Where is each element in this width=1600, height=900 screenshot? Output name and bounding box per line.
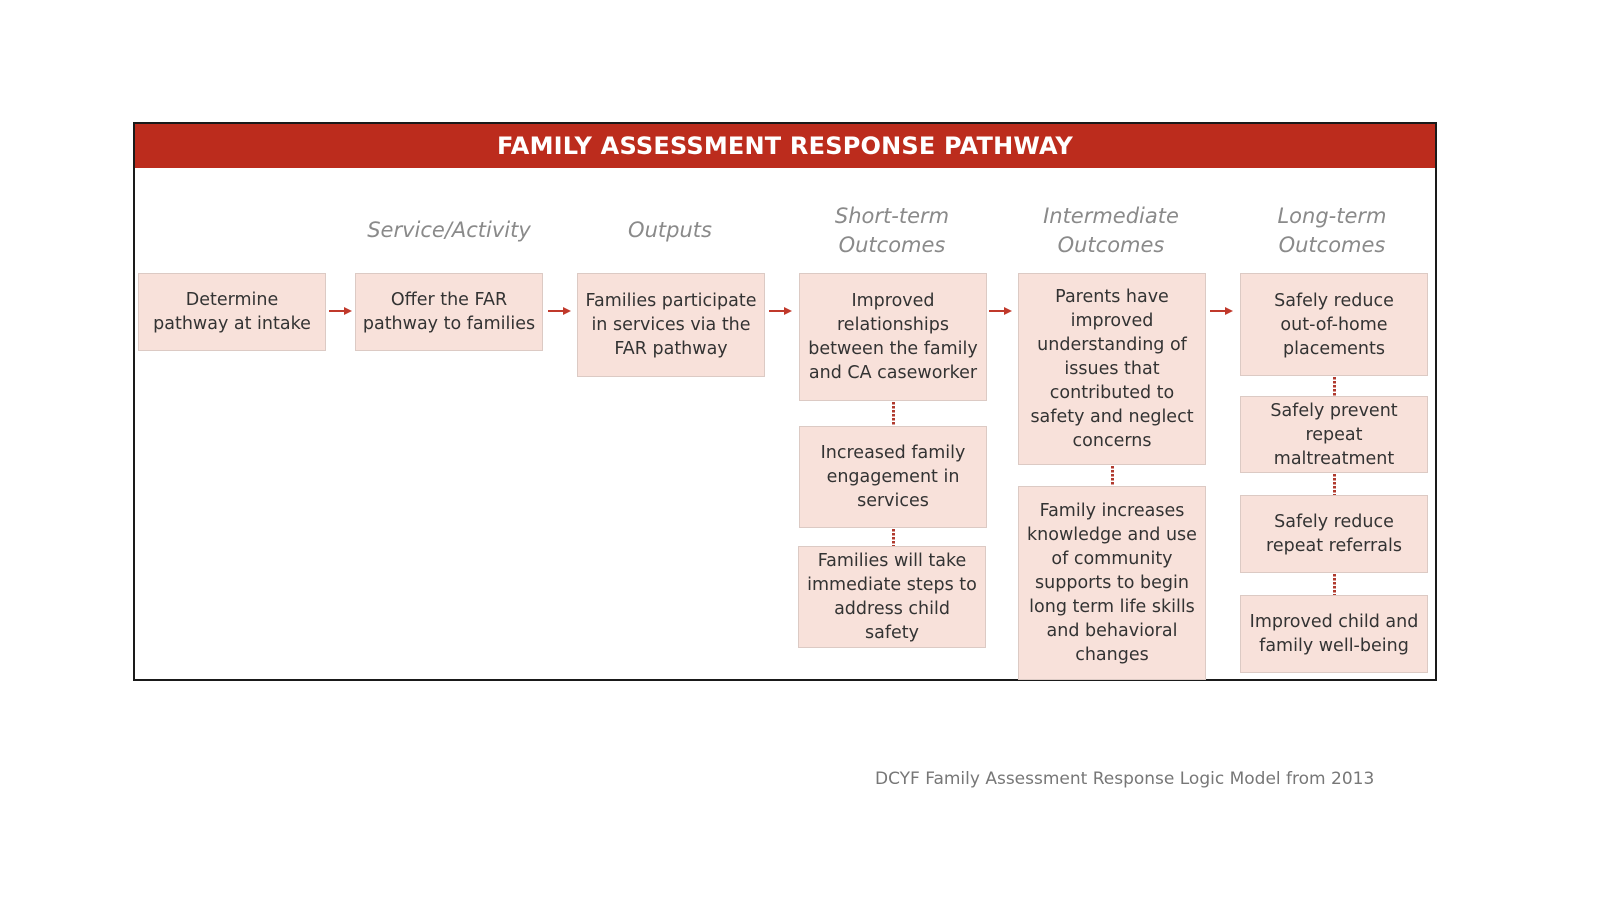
column-heading-long-term: Long-term Outcomes — [1277, 204, 1387, 257]
arrow-icon — [769, 307, 792, 315]
dotted-connector — [892, 402, 895, 426]
figure-caption: DCYF Family Assessment Response Logic Mo… — [875, 769, 1375, 789]
arrow-icon — [989, 307, 1012, 315]
box-child-family-wellbeing: Improved child and family well-being — [1240, 595, 1428, 673]
dotted-connector — [1111, 466, 1114, 486]
dotted-connector — [892, 529, 895, 546]
diagram-title: FAMILY ASSESSMENT RESPONSE PATHWAY — [496, 132, 1074, 160]
column-heading-intermediate: Intermediate Outcomes — [1043, 204, 1179, 257]
column-heading-outputs: Outputs — [628, 218, 712, 242]
dotted-connector — [1333, 377, 1336, 396]
box-families-participate: Families participate in services via the… — [577, 273, 765, 377]
box-reduce-out-of-home: Safely reduce out-of-home placements — [1240, 273, 1428, 376]
box-community-supports: Family increases knowledge and use of co… — [1018, 486, 1206, 680]
arrow-icon — [329, 307, 352, 315]
dotted-connector — [1333, 474, 1336, 495]
box-prevent-maltreatment: Safely prevent repeat maltreatment — [1240, 396, 1428, 473]
diagram-title-banner: FAMILY ASSESSMENT RESPONSE PATHWAY — [135, 124, 1435, 168]
box-improved-relationships: Improved relationships between the famil… — [799, 273, 987, 401]
box-increased-engagement: Increased family engagement in services — [799, 426, 987, 528]
arrow-icon — [548, 307, 571, 315]
column-heading-service-activity: Service/Activity — [367, 218, 531, 242]
logic-model-frame: FAMILY ASSESSMENT RESPONSE PATHWAY Servi… — [133, 122, 1437, 681]
box-offer-far: Offer the FAR pathway to families — [355, 273, 543, 351]
arrow-icon — [1210, 307, 1233, 315]
box-parents-improved-understanding: Parents have improved understanding of i… — [1018, 273, 1206, 465]
box-reduce-referrals: Safely reduce repeat referrals — [1240, 495, 1428, 573]
box-immediate-steps: Families will take immediate steps to ad… — [798, 546, 986, 648]
dotted-connector — [1333, 574, 1336, 595]
box-determine-pathway: Determine pathway at intake — [138, 273, 326, 351]
column-heading-short-term: Short-term Outcomes — [834, 204, 950, 257]
